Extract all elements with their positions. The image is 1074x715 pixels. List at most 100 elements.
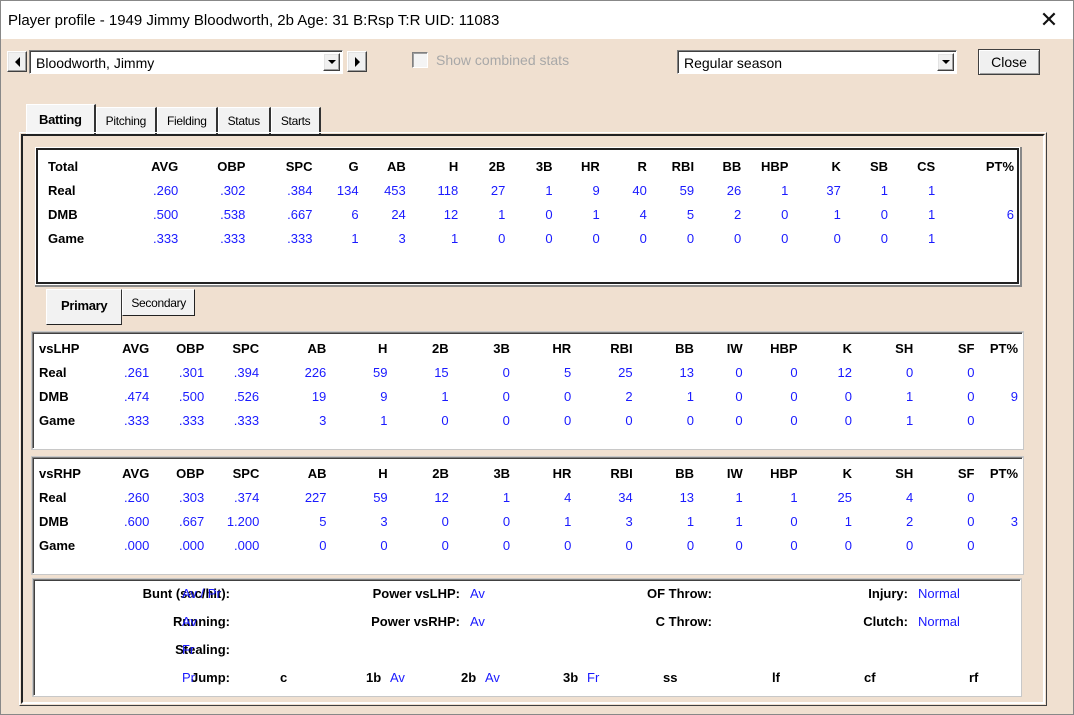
- stat-cell: 1: [833, 206, 841, 222]
- tab-status[interactable]: Status: [217, 107, 271, 134]
- stat-cell: 1: [844, 513, 852, 529]
- stat-cell: 0: [441, 513, 449, 529]
- stat-cell: 1: [927, 230, 936, 246]
- column-header: SH: [895, 340, 914, 356]
- window-title: Player profile - 1949 Jimmy Bloodworth, …: [8, 12, 500, 29]
- checkbox-icon[interactable]: [412, 52, 428, 68]
- column-header: PT%: [985, 158, 1014, 174]
- stat-cell: 9: [380, 388, 388, 404]
- stat-cell: 6: [351, 206, 359, 222]
- stat-cell: [974, 533, 1018, 557]
- stat-cell: 0: [639, 230, 647, 246]
- chevron-down-icon[interactable]: [937, 53, 954, 71]
- stat-cell: .333: [233, 412, 260, 428]
- column-header: SPC: [232, 465, 260, 481]
- stat-cell: 13: [679, 364, 694, 380]
- stat-cell: 5: [686, 206, 695, 222]
- stat-cell: 25: [618, 364, 633, 380]
- column-header: SF: [957, 340, 975, 356]
- stat-cell: .301: [178, 364, 205, 380]
- stat-cell: 1: [441, 388, 449, 404]
- column-header: R: [637, 158, 647, 174]
- c-throw-label: C Throw:: [655, 614, 712, 629]
- row-label: Game: [48, 230, 85, 246]
- stat-cell: 0: [686, 537, 695, 553]
- stat-cell: 34: [618, 489, 633, 505]
- column-header: Total: [48, 158, 79, 174]
- stat-cell: 3: [319, 412, 327, 428]
- stat-cell: 0: [880, 230, 888, 246]
- stat-cell: 0: [380, 537, 388, 553]
- column-header: K: [842, 340, 852, 356]
- tab-starts[interactable]: Starts: [270, 107, 322, 134]
- column-header: OBP: [217, 158, 246, 174]
- previous-player-button[interactable]: [7, 51, 27, 72]
- stat-cell: .500: [152, 206, 179, 222]
- stat-cell: 2: [734, 206, 742, 222]
- column-header: BB: [675, 465, 695, 481]
- tab-batting[interactable]: Batting: [26, 104, 96, 134]
- column-header: vsLHP: [39, 340, 80, 356]
- stat-cell: 1: [906, 388, 914, 404]
- player-select-value: Bloodworth, Jimmy: [36, 55, 155, 71]
- stat-cell: 0: [906, 364, 914, 380]
- stat-cell: .384: [287, 182, 313, 198]
- tab-secondary[interactable]: Secondary: [122, 289, 195, 316]
- stat-cell: .394: [233, 364, 260, 380]
- table-row: Real .261 .301 .394 226 59 15 0 5 25 13 0 0 12 0 0: [33, 360, 1018, 384]
- stat-cell: 9: [1010, 388, 1018, 404]
- stat-cell: 4: [906, 489, 914, 505]
- close-button[interactable]: Close: [978, 49, 1040, 75]
- position-label-cf: cf: [864, 670, 876, 685]
- next-player-button[interactable]: [347, 51, 367, 72]
- tab-pitching[interactable]: Pitching: [95, 107, 157, 134]
- player-profile-window: Player profile - 1949 Jimmy Bloodworth, …: [0, 0, 1074, 715]
- row-label: DMB: [39, 513, 69, 529]
- stat-cell: 59: [372, 364, 388, 380]
- chevron-down-icon[interactable]: [323, 53, 340, 71]
- column-header: H: [378, 465, 388, 481]
- column-header: AVG: [122, 340, 150, 356]
- injury-value: Normal: [918, 586, 960, 601]
- column-header: OBP: [176, 465, 205, 481]
- column-header: AB: [307, 340, 327, 356]
- stat-cell: 0: [502, 513, 511, 529]
- stat-cell: 0: [967, 388, 975, 404]
- injury-label: Injury:: [868, 586, 908, 601]
- tab-fielding[interactable]: Fielding: [156, 107, 218, 134]
- table-row: Real .260 .302 .384 134 453 118 27 1 9 40 59 26 1 37 1 1: [42, 178, 1014, 202]
- stat-cell: 0: [967, 489, 975, 505]
- column-header: RBI: [610, 340, 633, 356]
- column-header: BB: [675, 340, 694, 356]
- stat-cell: 118: [437, 182, 459, 198]
- power-vs-rhp-value: Av: [470, 614, 485, 629]
- stat-cell: 5: [563, 364, 572, 380]
- tab-primary[interactable]: Primary: [46, 289, 123, 325]
- player-select[interactable]: Bloodworth, Jimmy: [29, 50, 343, 74]
- stat-cell: 0: [592, 230, 600, 246]
- stat-cell: 12: [443, 206, 459, 222]
- close-icon[interactable]: ✕: [1037, 7, 1061, 33]
- stat-cell: 0: [502, 364, 510, 380]
- position-rating-2b: Av: [485, 670, 500, 685]
- season-select[interactable]: Regular season: [677, 50, 957, 74]
- stat-cell: 0: [790, 364, 798, 380]
- show-combined-stats-checkbox[interactable]: Show combined stats: [412, 52, 569, 68]
- stat-cell: 59: [373, 489, 388, 505]
- stat-cell: 0: [844, 412, 852, 428]
- stat-cell: 0: [967, 412, 975, 428]
- position-rating-1b: Av: [390, 670, 405, 685]
- table-row: DMB .500 .538 .667 6 24 12 1 0 1 4 5 2 0 1 0 1 6: [42, 202, 1014, 226]
- jump-value: Pr: [182, 670, 195, 685]
- stat-cell: 40: [632, 182, 647, 198]
- stat-cell: 1: [735, 489, 743, 505]
- column-header: H: [448, 158, 459, 174]
- power-vs-lhp-label: Power vsLHP:: [372, 586, 460, 601]
- column-header: K: [831, 158, 841, 174]
- column-header: HR: [552, 465, 572, 481]
- stat-cell: 3: [625, 513, 633, 529]
- column-header: K: [842, 465, 852, 481]
- column-header: IW: [726, 340, 743, 356]
- arrow-left-icon: [14, 56, 20, 67]
- stat-cell: 1: [790, 489, 798, 505]
